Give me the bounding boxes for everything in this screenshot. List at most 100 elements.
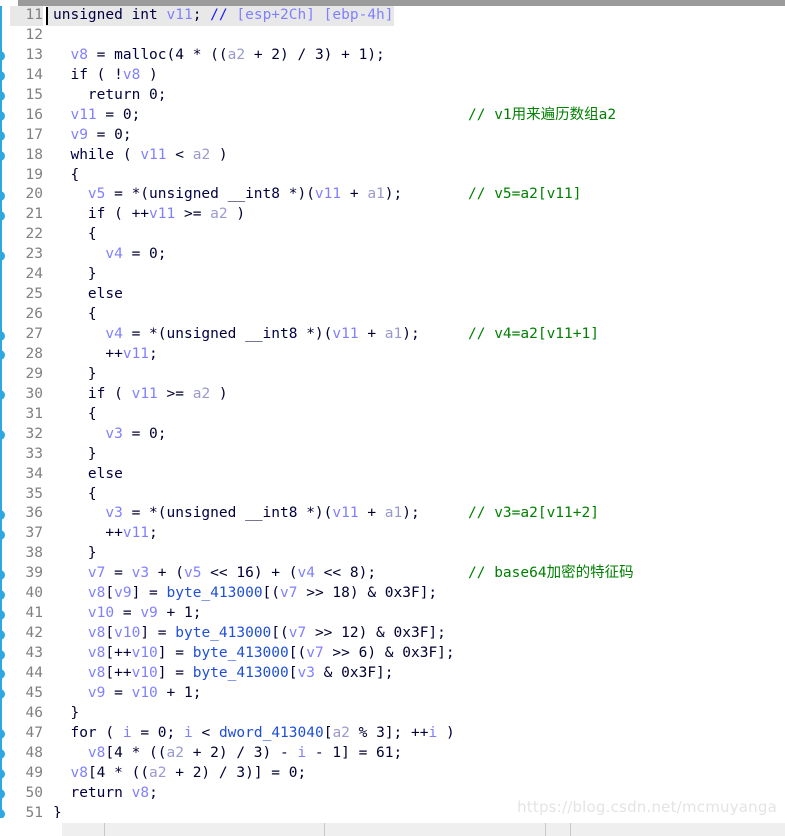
line-marker-icon[interactable] [0, 190, 5, 201]
line-marker-column[interactable] [0, 126, 10, 146]
line-marker-icon[interactable] [0, 330, 5, 341]
code-text[interactable]: v8[4 * ((a2 + 2) / 3) - i - 1] = 61; [46, 744, 402, 764]
code-text[interactable] [46, 26, 53, 46]
line-marker-column[interactable] [0, 225, 10, 245]
line-marker-column[interactable] [0, 46, 10, 66]
code-line[interactable]: 39 v7 = v3 + (v5 << 16) + (v4 << 8); // b… [0, 564, 785, 584]
code-text[interactable]: { [46, 225, 97, 245]
line-marker-icon[interactable] [0, 509, 5, 520]
line-marker-icon[interactable] [0, 789, 5, 800]
line-marker-column[interactable] [0, 485, 10, 505]
line-marker-column[interactable] [0, 425, 10, 445]
line-marker-column[interactable] [0, 744, 10, 764]
line-marker-icon[interactable] [0, 609, 5, 620]
code-line[interactable]: 37 ++v11; [0, 524, 785, 544]
code-line[interactable]: 29 } [0, 365, 785, 385]
code-line[interactable]: 14 if ( !v8 ) [0, 66, 785, 86]
code-text[interactable]: } [46, 365, 97, 385]
code-text[interactable]: { [46, 166, 79, 186]
line-marker-column[interactable] [0, 185, 10, 205]
code-line[interactable]: 11 unsigned int v11; // [esp+2Ch] [ebp-4h… [0, 6, 785, 26]
line-marker-column[interactable] [0, 584, 10, 604]
code-text[interactable]: v11 = 0; [46, 106, 140, 126]
line-marker-column[interactable] [0, 544, 10, 564]
code-text[interactable]: v8[v10] = byte_413000[(v7 >> 12) & 0x3F]… [46, 624, 446, 644]
pseudocode-editor[interactable]: 11 unsigned int v11; // [esp+2Ch] [ebp-4h… [0, 6, 785, 821]
code-line[interactable]: 27 v4 = *(unsigned __int8 *)(v11 + a1); /… [0, 325, 785, 345]
line-marker-column[interactable] [0, 205, 10, 225]
line-marker-column[interactable] [0, 784, 10, 804]
code-text[interactable]: while ( v11 < a2 ) [46, 146, 227, 166]
line-marker-icon[interactable] [0, 51, 5, 62]
line-marker-icon[interactable] [0, 430, 5, 441]
line-marker-column[interactable] [0, 345, 10, 365]
code-line[interactable]: 38 } [0, 544, 785, 564]
code-line[interactable]: 12 [0, 26, 785, 46]
code-text[interactable]: if ( v11 >= a2 ) [46, 385, 228, 405]
line-marker-column[interactable] [0, 624, 10, 644]
code-line[interactable]: 43 v8[++v10] = byte_413000[(v7 >> 6) & 0… [0, 644, 785, 664]
line-marker-column[interactable] [0, 465, 10, 485]
code-text[interactable]: v8[4 * ((a2 + 2) / 3)] = 0; [46, 764, 306, 784]
code-line[interactable]: 18 while ( v11 < a2 ) [0, 146, 785, 166]
code-text[interactable]: v8 = malloc(4 * ((a2 + 2) / 3) + 1); [46, 46, 384, 66]
code-text[interactable]: ++v11; [46, 524, 157, 544]
code-line[interactable]: 15 return 0; [0, 86, 785, 106]
code-text[interactable]: if ( !v8 ) [46, 66, 157, 86]
code-text[interactable]: unsigned int v11; // [esp+2Ch] [ebp-4h] [46, 6, 394, 26]
line-marker-column[interactable] [0, 26, 10, 46]
line-marker-column[interactable] [0, 385, 10, 405]
code-line[interactable]: 40 v8[v9] = byte_413000[(v7 >> 18) & 0x3… [0, 584, 785, 604]
code-line[interactable]: 13 v8 = malloc(4 * ((a2 + 2) / 3) + 1); [0, 46, 785, 66]
line-marker-column[interactable] [0, 325, 10, 345]
line-marker-icon[interactable] [0, 250, 5, 261]
line-marker-column[interactable] [0, 305, 10, 325]
code-text[interactable]: v4 = *(unsigned __int8 *)(v11 + a1); [46, 325, 419, 345]
line-marker-column[interactable] [0, 285, 10, 305]
line-marker-icon[interactable] [0, 111, 5, 122]
line-marker-column[interactable] [0, 704, 10, 724]
code-text[interactable]: v8[++v10] = byte_413000[v3 & 0x3F]; [46, 664, 394, 684]
line-marker-column[interactable] [0, 146, 10, 166]
code-text[interactable]: return 0; [46, 86, 167, 106]
code-text[interactable]: v8[v9] = byte_413000[(v7 >> 18) & 0x3F]; [46, 584, 437, 604]
code-line[interactable]: 19 { [0, 166, 785, 186]
code-line[interactable]: 47 for ( i = 0; i < dword_413040[a2 % 3]… [0, 724, 785, 744]
line-marker-icon[interactable] [0, 629, 5, 640]
line-marker-icon[interactable] [0, 350, 5, 361]
line-marker-icon[interactable] [0, 729, 5, 740]
line-marker-icon[interactable] [0, 210, 5, 221]
line-marker-icon[interactable] [0, 769, 5, 780]
code-text[interactable]: for ( i = 0; i < dword_413040[a2 % 3]; +… [46, 724, 454, 744]
code-line[interactable]: 16 v11 = 0; // v1用来遍历数组a2 [0, 106, 785, 126]
line-marker-icon[interactable] [0, 689, 5, 700]
code-text[interactable]: { [46, 485, 97, 505]
code-text[interactable]: } [46, 544, 97, 564]
line-marker-column[interactable] [0, 245, 10, 265]
code-line[interactable]: 28 ++v11; [0, 345, 785, 365]
code-text[interactable]: } [46, 445, 97, 465]
line-marker-column[interactable] [0, 664, 10, 684]
line-marker-column[interactable] [0, 166, 10, 186]
code-text[interactable]: if ( ++v11 >= a2 ) [46, 205, 245, 225]
code-line[interactable]: 22 { [0, 225, 785, 245]
code-line[interactable]: 21 if ( ++v11 >= a2 ) [0, 205, 785, 225]
code-line[interactable]: 30 if ( v11 >= a2 ) [0, 385, 785, 405]
line-marker-column[interactable] [0, 86, 10, 106]
line-marker-icon[interactable] [0, 589, 5, 600]
line-marker-column[interactable] [0, 106, 10, 126]
line-marker-icon[interactable] [0, 669, 5, 680]
line-marker-icon[interactable] [0, 390, 5, 401]
code-line[interactable]: 20 v5 = *(unsigned __int8 *)(v11 + a1); /… [0, 185, 785, 205]
line-marker-column[interactable] [0, 644, 10, 664]
code-text[interactable]: v4 = 0; [46, 245, 166, 265]
line-marker-column[interactable] [0, 66, 10, 86]
code-text[interactable]: ++v11; [46, 345, 157, 365]
code-text[interactable]: return v8; [46, 784, 157, 804]
code-text[interactable]: v8[++v10] = byte_413000[(v7 >> 6) & 0x3F… [46, 644, 455, 664]
code-text[interactable]: v9 = v10 + 1; [46, 684, 202, 704]
line-marker-column[interactable] [0, 524, 10, 544]
line-marker-icon[interactable] [0, 529, 5, 540]
code-text[interactable]: v9 = 0; [46, 126, 131, 146]
code-line[interactable]: 35 { [0, 485, 785, 505]
